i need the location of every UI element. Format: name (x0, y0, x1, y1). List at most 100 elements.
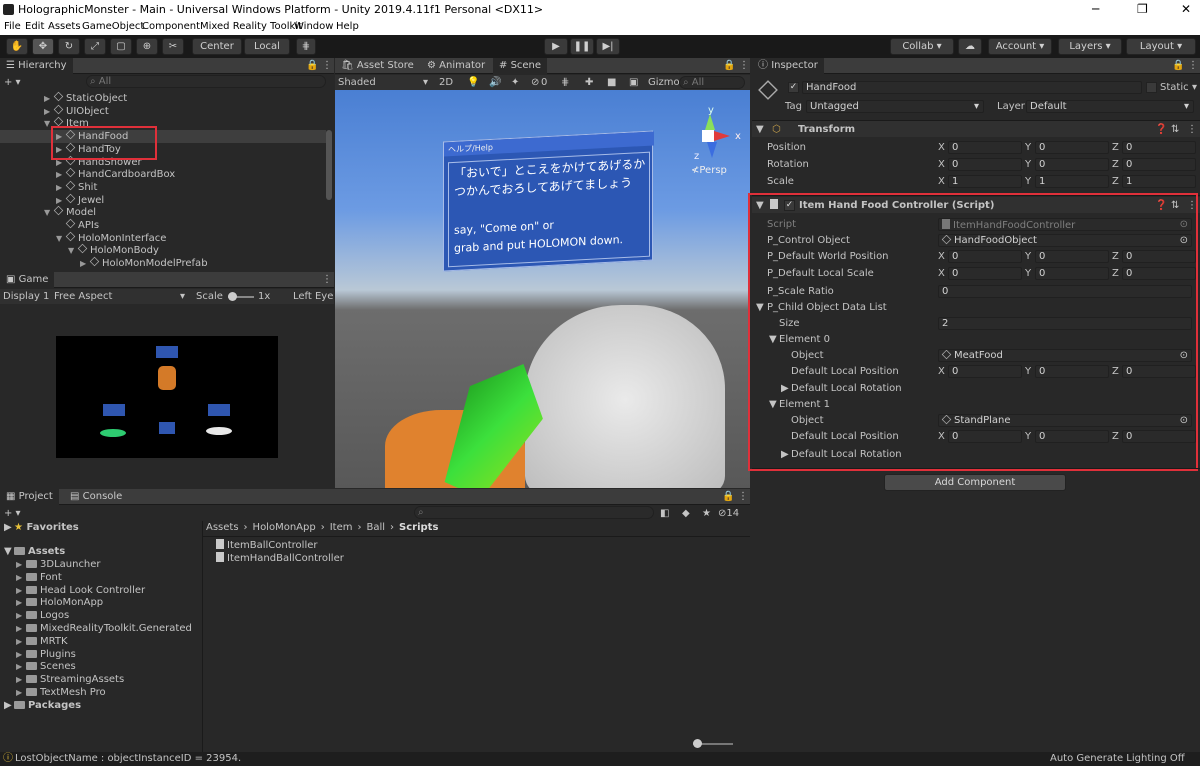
play-button[interactable]: ▶ (544, 38, 568, 55)
menu-window[interactable]: Window (294, 21, 333, 32)
transform-position-z-field[interactable]: 0 (1122, 141, 1196, 154)
expand-toggle-icon[interactable]: ▶ (44, 92, 54, 105)
breadcrumb-item[interactable]: HoloMonApp (253, 522, 316, 533)
assets-collapse-icon[interactable]: ▼ (4, 545, 12, 558)
breadcrumb-item[interactable]: Scripts (399, 522, 438, 533)
lock-icon[interactable]: 🔒 (1172, 59, 1184, 72)
folder-item[interactable]: ▶ Font (16, 571, 62, 584)
scale-tool-icon[interactable]: ⤢ (84, 38, 106, 55)
preset-icon[interactable]: ⇅ (1171, 123, 1179, 136)
filter-label-icon[interactable]: ◆ (682, 507, 690, 520)
shading-dropdown[interactable]: Shaded (338, 76, 376, 89)
tab-inspector[interactable]: ⓘ Inspector (752, 58, 824, 74)
transform-rotation-z-field[interactable]: 0 (1122, 158, 1196, 171)
layout-dropdown[interactable]: Layout ▾ (1126, 38, 1196, 55)
lighting-icon[interactable]: 💡 (467, 76, 479, 89)
collab-button[interactable]: Collab ▾ (890, 38, 954, 55)
breadcrumb-item[interactable]: Assets (206, 522, 239, 533)
packages-expand-icon[interactable]: ▶ (4, 699, 12, 712)
transform-rotation-y-field[interactable]: 0 (1035, 158, 1109, 171)
hierarchy-item[interactable]: ▶ HandToy (0, 142, 326, 156)
cloud-icon[interactable]: ☁ (958, 38, 982, 55)
gizmo-center[interactable] (702, 130, 714, 142)
expand-toggle-icon[interactable]: ▶ (44, 105, 54, 118)
transform-position-x-field[interactable]: 0 (948, 141, 1022, 154)
expand-toggle-icon[interactable]: ▶ (16, 609, 26, 622)
minimize-button[interactable]: ─ (1092, 2, 1099, 16)
scene-viewport[interactable]: ヘルプ/Help 「おいで」とこえをかけてあげるか つかんでおろしてあげてましょ… (335, 90, 750, 488)
file-item[interactable]: ItemBallController (216, 539, 318, 552)
menu-file[interactable]: File (4, 21, 21, 32)
folder-item[interactable]: ▶ MRTK (16, 635, 68, 648)
audio-icon[interactable]: 🔊 (489, 76, 501, 89)
hierarchy-item[interactable]: APIs (0, 218, 326, 232)
expand-toggle-icon[interactable]: ▶ (16, 584, 26, 597)
folder-item[interactable]: ▶ TextMesh Pro (16, 686, 106, 699)
tag-dropdown[interactable]: Untagged ▾ (806, 100, 984, 113)
tab-animator[interactable]: ⚙ Animator (421, 58, 491, 74)
hidden-packages-icon[interactable]: ⊘14 (718, 507, 739, 520)
tab-hierarchy[interactable]: ☰ Hierarchy (0, 58, 73, 74)
aspect-dropdown[interactable]: Free Aspect (54, 290, 112, 303)
rect-tool-icon[interactable]: ▢ (110, 38, 132, 55)
lock-icon[interactable]: 🔒 (306, 59, 318, 72)
favorite-star-icon[interactable]: ★ (702, 507, 711, 520)
transform-position-y-field[interactable]: 0 (1035, 141, 1109, 154)
rotate-tool-icon[interactable]: ↻ (58, 38, 80, 55)
expand-toggle-icon[interactable]: ▶ (56, 194, 66, 207)
hierarchy-item[interactable]: ▶ UIObject (0, 104, 326, 118)
move-tool-icon[interactable]: ✥ (32, 38, 54, 55)
grid-icon[interactable]: ⋕ (561, 76, 569, 89)
projection-label[interactable]: ≮Persp (691, 164, 727, 177)
scene-gizmo[interactable]: y x z (685, 105, 741, 170)
file-item[interactable]: ItemHandBallController (216, 552, 344, 565)
component-menu-icon[interactable]: ⋮ (1187, 123, 1197, 136)
menu-mrtk[interactable]: Mixed Reality Toolkit (200, 21, 302, 32)
hierarchy-item[interactable]: ▼ HoloMonBody (0, 244, 326, 257)
folder-item[interactable]: ▶ MixedRealityToolkit.Generated (16, 622, 192, 635)
expand-toggle-icon[interactable]: ▼ (44, 206, 54, 219)
hierarchy-scrollbar[interactable] (326, 130, 332, 200)
favorites-item[interactable]: ★ Favorites (14, 521, 79, 534)
favorites-expand-icon[interactable]: ▶ (4, 521, 12, 534)
transform-tool-icon[interactable]: ⊕ (136, 38, 158, 55)
gizmo-x-icon[interactable] (714, 131, 730, 141)
folder-item[interactable]: ▶ 3DLauncher (16, 558, 101, 571)
hierarchy-item[interactable]: ▶ StaticObject (0, 91, 326, 105)
folder-item[interactable]: ▶ StreamingAssets (16, 673, 124, 686)
close-button[interactable]: ✕ (1181, 2, 1191, 16)
lock-icon[interactable]: 🔒 (723, 59, 735, 72)
lock-icon[interactable]: 🔒 (722, 490, 734, 503)
maximize-button[interactable]: ❐ (1137, 2, 1148, 16)
hand-tool-icon[interactable]: ✋ (6, 38, 28, 55)
hierarchy-item[interactable]: ▶ Shit (0, 180, 326, 194)
folder-item[interactable]: ▶ Head Look Controller (16, 584, 145, 597)
hierarchy-item[interactable]: ▶ Jewel (0, 193, 326, 207)
static-checkbox[interactable] (1146, 82, 1157, 93)
folder-item[interactable]: ▶ HoloMonApp (16, 596, 103, 609)
expand-toggle-icon[interactable]: ▼ (56, 232, 66, 245)
tab-asset-store[interactable]: 🛍 Asset Store (335, 58, 420, 74)
scale-slider-handle[interactable] (228, 292, 237, 301)
menu-gameobject[interactable]: GameObject (82, 21, 144, 32)
view-options-icon[interactable]: ▣ (629, 76, 638, 89)
toggle-2d-button[interactable]: 2D (439, 76, 453, 89)
more-menu-icon[interactable]: ⋮ (322, 59, 332, 72)
expand-toggle-icon[interactable]: ▼ (68, 244, 78, 257)
expand-toggle-icon[interactable]: ▶ (56, 168, 66, 181)
expand-toggle-icon[interactable]: ▶ (16, 635, 26, 648)
more-menu-icon[interactable]: ⋮ (1188, 59, 1198, 72)
menu-help[interactable]: Help (336, 21, 359, 32)
transform-scale-y-field[interactable]: 1 (1035, 175, 1109, 188)
expand-toggle-icon[interactable]: ▶ (16, 660, 26, 673)
hierarchy-item[interactable]: ▼ Model (0, 206, 326, 219)
filter-type-icon[interactable]: ◧ (660, 507, 669, 520)
transform-collapse-icon[interactable]: ▼ (756, 123, 764, 136)
step-button[interactable]: ▶| (596, 38, 620, 55)
tab-game[interactable]: ▣ Game (0, 272, 55, 288)
breadcrumb-item[interactable]: Ball (366, 522, 385, 533)
layers-dropdown[interactable]: Layers ▾ (1058, 38, 1122, 55)
hidden-objects-icon[interactable]: ⊘ (531, 76, 539, 89)
hierarchy-item[interactable]: ▼ Item (0, 117, 326, 130)
transform-rotation-x-field[interactable]: 0 (948, 158, 1022, 171)
